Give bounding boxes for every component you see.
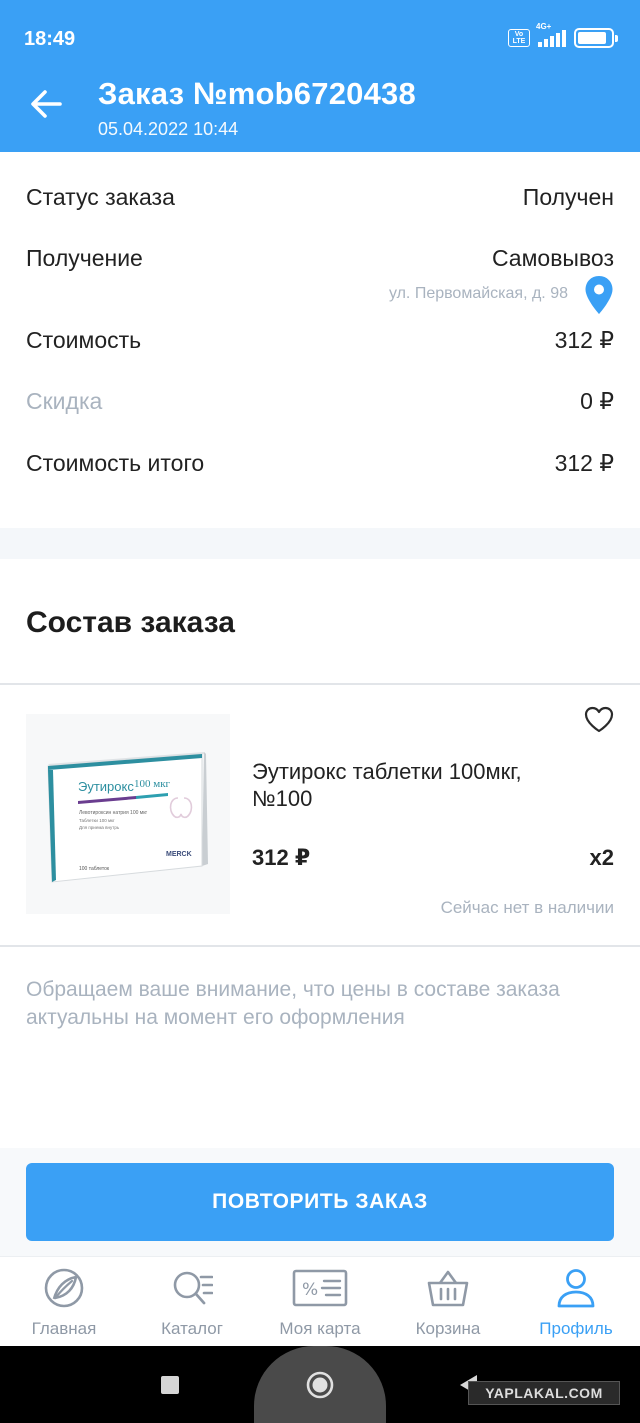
nav-label: Корзина	[415, 1319, 481, 1338]
cost-label: Стоимость	[26, 327, 142, 353]
nav-item-catalog[interactable]: Каталог	[128, 1257, 256, 1346]
home-button[interactable]	[306, 1371, 334, 1399]
delivery-value: Самовывоз	[491, 245, 614, 271]
cost-value: 312 ₽	[554, 327, 614, 353]
basket-icon	[427, 1270, 469, 1307]
app-header: 18:49 Vo LTE 4G+ Заказ №mob6720438 05.04.…	[0, 0, 640, 152]
status-value: Получен	[522, 184, 614, 210]
page-title: Заказ №mob6720438	[98, 76, 416, 111]
pickup-address[interactable]: ул. Первомайская, д. 98	[389, 285, 568, 303]
profile-icon	[557, 1269, 595, 1308]
svg-text:%: %	[302, 1280, 318, 1300]
delivery-label: Получение	[26, 245, 143, 271]
package-count: 100 таблеток	[79, 866, 110, 872]
discount-card-icon: %	[292, 1269, 348, 1307]
repeat-order-button[interactable]: ПОВТОРИТЬ ЗАКАЗ	[26, 1163, 614, 1241]
package-substance: Левотироксин натрия 100 мкг	[79, 810, 147, 816]
package-maker: MERCK	[166, 851, 192, 858]
heart-icon[interactable]	[584, 706, 614, 734]
volte-icon: Vo LTE	[508, 29, 530, 47]
signal-icon: 4G+	[536, 22, 566, 47]
package-brand: Эутирокс	[78, 779, 134, 794]
composition-title: Состав заказа	[26, 606, 235, 639]
back-arrow-icon[interactable]	[26, 84, 66, 124]
total-label: Стоимость итого	[26, 450, 205, 476]
network-type: 4G+	[536, 22, 552, 31]
product-price: 312 ₽	[252, 845, 311, 870]
bottom-nav: Главная Каталог % Моя карта Корзина Проф…	[0, 1256, 640, 1346]
stock-status: Сейчас нет в наличии	[440, 898, 614, 917]
recent-apps-button[interactable]	[161, 1376, 179, 1394]
package-line-2: Для приема внутрь	[79, 825, 120, 830]
order-date: 05.04.2022 10:44	[98, 119, 239, 139]
nav-label: Главная	[31, 1319, 97, 1338]
package-dose: 100 мкг	[134, 778, 171, 790]
divider	[0, 683, 640, 685]
discount-label: Скидка	[26, 388, 103, 414]
product-image[interactable]: Эутирокс 100 мкг Левотироксин натрия 100…	[26, 714, 230, 914]
nav-label: Профиль	[539, 1319, 613, 1338]
status-label: Статус заказа	[26, 184, 175, 210]
catalog-search-icon	[173, 1271, 213, 1305]
divider	[0, 945, 640, 947]
status-icons: Vo LTE 4G+	[508, 22, 618, 48]
nav-item-profile[interactable]: Профиль	[512, 1257, 640, 1346]
section-separator	[0, 528, 640, 559]
watermark: YAPLAKAL.COM	[468, 1381, 620, 1405]
discount-value: 0 ₽	[580, 388, 614, 414]
nav-item-my-card[interactable]: % Моя карта	[256, 1257, 384, 1346]
product-name[interactable]: Эутирокс таблетки 100мкг, №100	[252, 758, 582, 812]
package-line-1: Таблетки 100 мкг	[79, 818, 115, 823]
nav-label: Каталог	[161, 1319, 223, 1338]
product-quantity: x2	[589, 845, 614, 870]
nav-item-home[interactable]: Главная	[0, 1257, 128, 1346]
home-leaf-icon	[44, 1268, 84, 1308]
status-time: 18:49	[24, 28, 76, 50]
price-notice: Обращаем ваше внимание, что цены в соста…	[26, 978, 560, 1029]
battery-icon	[574, 28, 618, 48]
total-value: 312 ₽	[554, 450, 614, 476]
nav-label: Моя карта	[279, 1319, 361, 1338]
nav-item-basket[interactable]: Корзина	[384, 1257, 512, 1346]
medicine-box-illustration: Эутирокс 100 мкг Левотироксин натрия 100…	[47, 752, 208, 883]
map-pin-icon[interactable]	[584, 275, 614, 315]
